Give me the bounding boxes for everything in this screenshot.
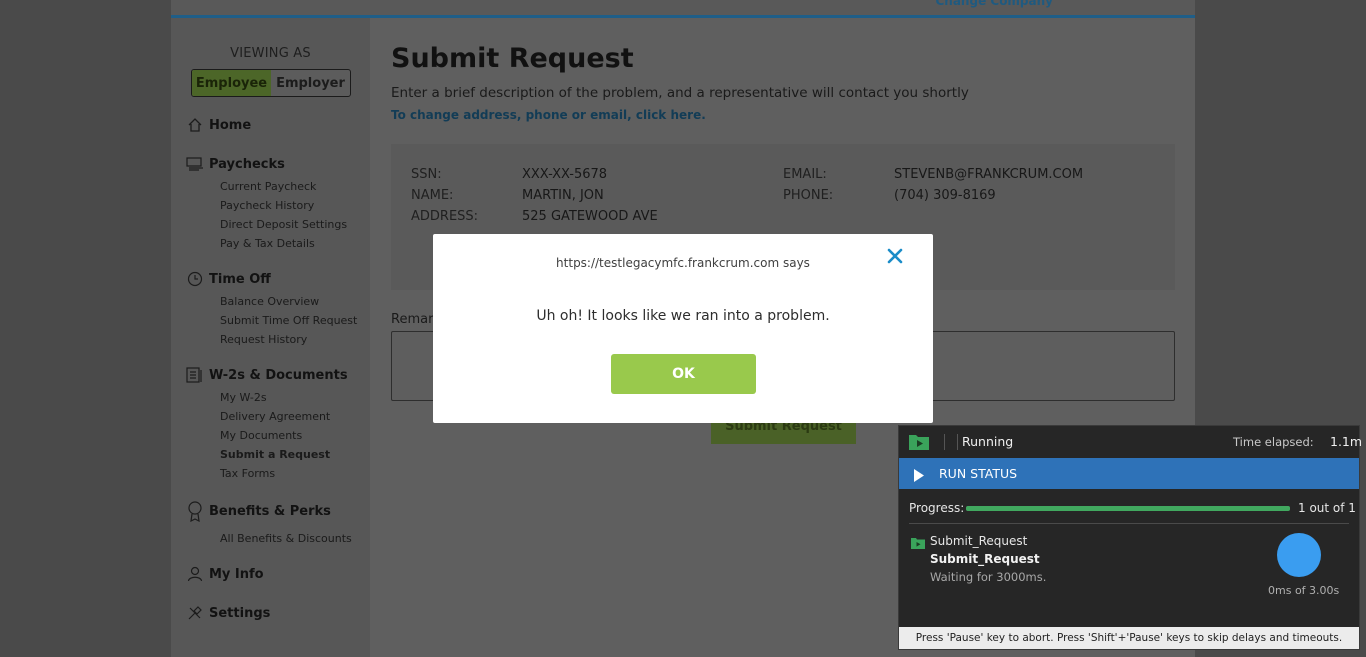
step-folder-icon xyxy=(911,534,925,549)
elapsed-value: 1.1m xyxy=(1330,434,1363,449)
nav-submit-a-request[interactable]: Submit a Request xyxy=(220,448,330,461)
nav-submit-time-off[interactable]: Submit Time Off Request xyxy=(220,314,357,327)
role-employee-button[interactable]: Employee xyxy=(192,70,271,96)
nav-time-off-label: Time Off xyxy=(209,271,271,287)
settings-icon xyxy=(186,604,204,622)
wait-progress-indicator xyxy=(1277,533,1321,577)
nav-home[interactable]: Home xyxy=(186,116,251,134)
address-value: 525 GATEWOOD AVE xyxy=(522,209,658,224)
close-icon[interactable] xyxy=(885,246,905,266)
nav-paychecks-label: Paychecks xyxy=(209,156,285,172)
address-label: ADDRESS: xyxy=(411,209,479,224)
nav-tax-forms[interactable]: Tax Forms xyxy=(220,467,275,480)
nav-balance-overview[interactable]: Balance Overview xyxy=(220,295,319,308)
nav-time-off[interactable]: Time Off xyxy=(186,270,271,288)
nav-benefits-perks[interactable]: Benefits & Perks xyxy=(186,501,331,522)
nav-current-paycheck[interactable]: Current Paycheck xyxy=(220,180,316,193)
run-status-header[interactable]: RUN STATUS xyxy=(899,458,1359,489)
nav-my-info-label: My Info xyxy=(209,566,264,582)
paycheck-icon xyxy=(186,155,204,173)
nav-request-history[interactable]: Request History xyxy=(220,333,307,346)
nav-delivery-agreement[interactable]: Delivery Agreement xyxy=(220,410,330,423)
clock-icon xyxy=(186,270,204,288)
documents-icon xyxy=(186,366,204,384)
wait-timer: 0ms of 3.00s xyxy=(1268,584,1340,597)
nav-w2-documents[interactable]: W-2s & Documents xyxy=(186,366,348,384)
ssn-label: SSN: xyxy=(411,167,442,182)
alert-dialog: https://testlegacymfc.frankcrum.com says… xyxy=(433,234,933,423)
nav-w2-documents-label: W-2s & Documents xyxy=(209,367,348,383)
nav-direct-deposit[interactable]: Direct Deposit Settings xyxy=(220,218,347,231)
user-icon xyxy=(186,565,204,583)
toolbar-separator xyxy=(944,434,945,450)
step-wait-status: Waiting for 3000ms. xyxy=(930,570,1047,584)
nav-my-documents[interactable]: My Documents xyxy=(220,429,302,442)
run-status-title: RUN STATUS xyxy=(939,466,1018,481)
nav-benefits-perks-label: Benefits & Perks xyxy=(209,503,331,519)
nav-paycheck-history[interactable]: Paycheck History xyxy=(220,199,314,212)
top-bar: Change Company xyxy=(171,0,1195,18)
runner-toolbar: Running Time elapsed: 1.1m xyxy=(899,426,1363,458)
change-contact-link[interactable]: To change address, phone or email, click… xyxy=(391,108,706,122)
sidebar: VIEWING AS Employee Employer Home Payche… xyxy=(171,18,370,657)
change-company-link[interactable]: Change Company xyxy=(935,0,1053,8)
home-icon xyxy=(186,116,204,134)
runner-footer-hint: Press 'Pause' key to abort. Press 'Shift… xyxy=(899,627,1359,649)
nav-home-label: Home xyxy=(209,117,252,133)
nav-all-benefits[interactable]: All Benefits & Discounts xyxy=(220,532,352,545)
name-label: NAME: xyxy=(411,188,454,203)
runner-state: Running xyxy=(962,434,1014,449)
benefits-icon xyxy=(186,501,204,522)
toolbar-separator xyxy=(957,434,958,450)
email-label: EMAIL: xyxy=(783,167,827,182)
divider xyxy=(909,523,1349,524)
page-subtitle: Enter a brief description of the problem… xyxy=(391,85,969,101)
run-status-panel: Running Time elapsed: 1.1m RUN STATUS Pr… xyxy=(898,425,1363,650)
page-title: Submit Request xyxy=(391,43,634,74)
name-value: MARTIN, JON xyxy=(522,188,604,203)
role-employer-button[interactable]: Employer xyxy=(271,70,350,96)
step-action-name: Submit_Request xyxy=(930,552,1040,566)
ok-button[interactable]: OK xyxy=(611,354,756,394)
play-icon xyxy=(913,467,925,482)
ssn-value: XXX-XX-5678 xyxy=(522,167,608,182)
viewing-as-label: VIEWING AS xyxy=(230,46,311,61)
progress-bar xyxy=(966,506,1290,511)
dialog-message: Uh oh! It looks like we ran into a probl… xyxy=(536,308,830,324)
nav-my-w2s[interactable]: My W-2s xyxy=(220,391,267,404)
nav-paychecks[interactable]: Paychecks xyxy=(186,155,285,173)
nav-settings-label: Settings xyxy=(209,605,271,621)
progress-value: 1 out of 1 xyxy=(1298,501,1356,515)
role-toggle: Employee Employer xyxy=(191,69,351,97)
progress-label: Progress: xyxy=(909,501,965,515)
folder-play-icon[interactable] xyxy=(909,433,929,450)
nav-settings[interactable]: Settings xyxy=(186,604,270,622)
nav-pay-tax-details[interactable]: Pay & Tax Details xyxy=(220,237,315,250)
nav-my-info[interactable]: My Info xyxy=(186,565,264,583)
email-value: STEVENB@FRANKCRUM.COM xyxy=(894,167,1084,182)
step-test-name: Submit_Request xyxy=(930,534,1028,548)
elapsed-label: Time elapsed: xyxy=(1233,435,1314,449)
phone-value: (704) 309-8169 xyxy=(894,188,996,203)
phone-label: PHONE: xyxy=(783,188,834,203)
progress-bar-fill xyxy=(966,506,1290,511)
dialog-origin: https://testlegacymfc.frankcrum.com says xyxy=(556,256,810,270)
